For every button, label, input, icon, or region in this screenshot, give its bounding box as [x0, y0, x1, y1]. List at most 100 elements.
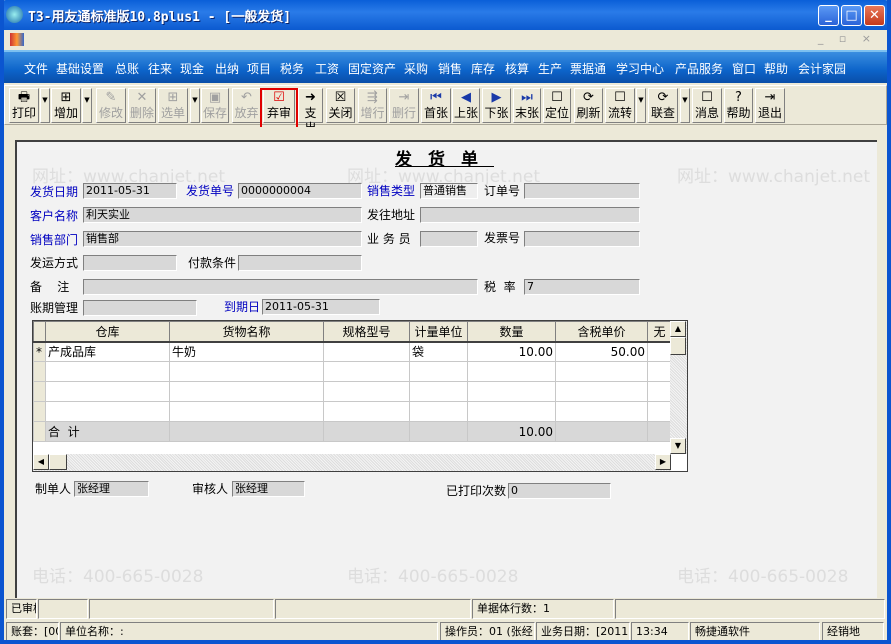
query-icon: ⟳ [657, 90, 669, 105]
column-header[interactable]: 无 [647, 321, 672, 343]
menu-item[interactable]: 固定资产 [348, 60, 396, 77]
cell-qty[interactable]: 10.00 [467, 341, 556, 362]
pay-terms-field[interactable] [238, 255, 362, 271]
menu-item[interactable]: 现金 [180, 60, 204, 77]
menu-item[interactable]: 项目 [247, 60, 271, 77]
menu-item[interactable]: 出纳 [215, 60, 239, 77]
toolbar-button-prev[interactable]: ◀ 上张 [452, 88, 480, 123]
column-header[interactable]: 数量 [467, 321, 556, 343]
scroll-right-button[interactable]: ▶ [655, 454, 671, 470]
toolbar-button-locate[interactable]: ☐ 定位 [543, 88, 571, 123]
ship-no-field[interactable]: 0000000004 [238, 183, 362, 199]
table-row[interactable] [33, 381, 672, 402]
menu-item[interactable]: 帮助 [764, 60, 788, 77]
delete-icon: ✕ [136, 90, 148, 105]
dropdown-arrow-button[interactable]: ▼ [636, 88, 646, 123]
table-row[interactable]: * 产成品库 牛奶 袋 10.00 50.00 [33, 341, 672, 362]
dropdown-arrow-button[interactable]: ▼ [82, 88, 92, 123]
flow-icon: ☐ [614, 90, 626, 105]
maximize-button[interactable]: □ [841, 5, 862, 26]
menu-item[interactable]: 往来 [148, 60, 172, 77]
tax-rate-field[interactable]: 7 [524, 279, 640, 295]
menu-item[interactable]: 总账 [115, 60, 139, 77]
ship-date-field[interactable]: 2011-05-31 [83, 183, 177, 199]
department-field[interactable]: 销售部 [83, 231, 362, 247]
column-header[interactable]: 规格型号 [323, 321, 410, 343]
dropdown-arrow-button[interactable]: ▼ [680, 88, 690, 123]
table-row[interactable] [33, 361, 672, 382]
horizontal-scrollbar[interactable]: ◀ ▶ [33, 454, 671, 471]
toolbar-button-save[interactable]: ▣ 保存 [201, 88, 229, 123]
toolbar-button-add[interactable]: ⊞ 增加 [51, 88, 81, 123]
toolbar-button-add-row[interactable]: ⇶ 增行 [358, 88, 387, 123]
dropdown-arrow-button[interactable]: ▼ [40, 88, 50, 123]
toolbar-button-undo[interactable]: ↶ 放弃 [232, 88, 261, 123]
sale-type-select[interactable]: 普通销售 [420, 183, 478, 199]
toolbar-button-refresh[interactable]: ⟳ 刷新 [574, 88, 603, 123]
menu-item[interactable]: 基础设置 [56, 60, 104, 77]
menu-item[interactable]: 文件 [24, 60, 48, 77]
menu-item[interactable]: 税务 [280, 60, 304, 77]
toolbar-button-next[interactable]: ▶ 下张 [482, 88, 511, 123]
toolbar-button-delete-row[interactable]: ⇥ 删行 [389, 88, 419, 123]
toolbar-button-first[interactable]: ⏮ 首张 [421, 88, 451, 123]
watermark: 电话：400-665-0028 [347, 567, 519, 587]
customer-field[interactable]: 利天实业 [83, 207, 362, 223]
menu-item[interactable]: 核算 [505, 60, 529, 77]
toolbar-button-printer[interactable]: 🖶 打印 [9, 88, 39, 123]
toolbar-button-exit[interactable]: ⇥ 退出 [755, 88, 785, 123]
menu-item[interactable]: 工资 [315, 60, 339, 77]
menu-item[interactable]: 会计家园 [798, 60, 846, 77]
menu-item[interactable]: 销售 [438, 60, 462, 77]
ship-method-field[interactable] [83, 255, 177, 271]
toolbar-button-select[interactable]: ⊞ 选单 [158, 88, 188, 123]
toolbar-button-expense[interactable]: ➜支出 [298, 88, 323, 135]
toolbar-button-close-doc[interactable]: ☒ 关闭 [326, 88, 355, 123]
scroll-up-button[interactable]: ▲ [670, 321, 686, 337]
salesman-field[interactable] [420, 231, 478, 247]
ship-address-field[interactable] [420, 207, 640, 223]
menu-item[interactable]: 采购 [404, 60, 428, 77]
table-row[interactable] [33, 401, 672, 422]
dropdown-arrow-button[interactable]: ▼ [190, 88, 200, 123]
toolbar-label: 选单 [160, 106, 185, 120]
minimize-button[interactable]: _ [818, 5, 839, 26]
menu-item[interactable]: 库存 [471, 60, 495, 77]
toolbar-button-message[interactable]: ☐ 消息 [692, 88, 722, 123]
close-button[interactable]: ✕ [864, 5, 885, 26]
cell-spec[interactable] [323, 341, 410, 362]
cell-extra[interactable] [647, 341, 672, 362]
scroll-down-button[interactable]: ▼ [670, 438, 686, 454]
toolbar-button-help[interactable]: ? 帮助 [724, 88, 753, 123]
credit-term-field[interactable] [83, 300, 197, 316]
due-date-field[interactable]: 2011-05-31 [262, 299, 380, 315]
menu-item[interactable]: 学习中心 [616, 60, 664, 77]
scroll-thumb[interactable] [670, 337, 686, 355]
menu-item[interactable]: 票据通 [570, 60, 606, 77]
toolbar-button-delete[interactable]: ✕ 删除 [128, 88, 156, 123]
menu-item[interactable]: 生产 [538, 60, 562, 77]
column-header[interactable]: 货物名称 [169, 321, 324, 343]
toolbar-button-query[interactable]: ⟳ 联查 [648, 88, 678, 123]
locate-icon: ☐ [551, 90, 563, 105]
invoice-no-field[interactable] [524, 231, 640, 247]
mdi-controls[interactable]: _ ▫ × [818, 32, 877, 45]
toolbar-button-edit[interactable]: ✎ 修改 [96, 88, 126, 123]
cell-goods[interactable]: 牛奶 [169, 341, 324, 362]
cell-price[interactable]: 50.00 [555, 341, 648, 362]
order-no-field[interactable] [524, 183, 640, 199]
vertical-scrollbar[interactable]: ▲ ▼ [670, 321, 687, 454]
scroll-left-button[interactable]: ◀ [33, 454, 49, 470]
toolbar-button-last[interactable]: ⏭ 末张 [513, 88, 541, 123]
remark-field[interactable] [83, 279, 478, 295]
column-header[interactable]: 仓库 [45, 321, 170, 343]
column-header[interactable]: 含税单价 [555, 321, 648, 343]
cell-warehouse[interactable]: 产成品库 [45, 341, 170, 362]
menu-item[interactable]: 窗口 [732, 60, 756, 77]
document-icon[interactable] [10, 33, 24, 46]
toolbar-button-flow[interactable]: ☐ 流转 [605, 88, 635, 123]
cell-unit[interactable]: 袋 [409, 341, 468, 362]
scroll-thumb[interactable] [49, 454, 67, 470]
menu-item[interactable]: 产品服务 [675, 60, 723, 77]
column-header[interactable]: 计量单位 [409, 321, 468, 343]
